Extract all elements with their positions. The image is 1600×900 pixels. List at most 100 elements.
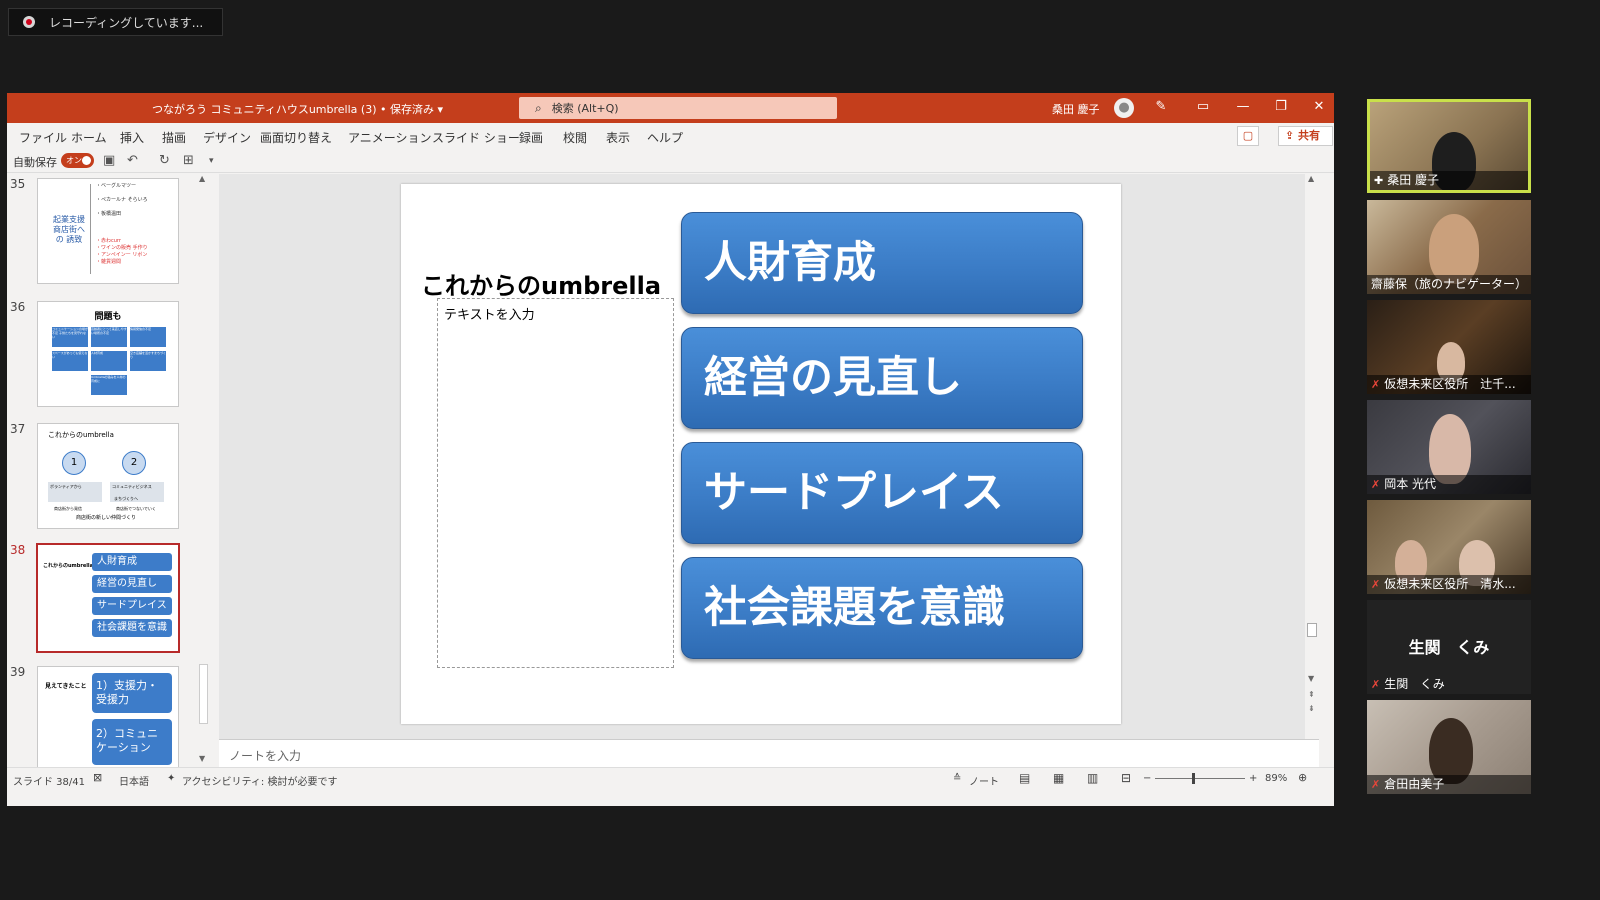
editor-scrollbar[interactable]: ▲ ▼ ⇞ ⇟ xyxy=(1305,174,1319,739)
prev-slide-icon[interactable]: ⇞ xyxy=(1308,690,1315,699)
tab-transitions[interactable]: 画面切り替え xyxy=(260,129,332,146)
participant-tile[interactable]: ✗ 仮想未来区役所 清水... xyxy=(1367,500,1531,594)
autosave-toggle[interactable]: オン xyxy=(61,153,94,168)
participant-tile[interactable]: ✗ 仮想未来区役所 辻千... xyxy=(1367,300,1531,394)
thumb38-button: サードプレイス xyxy=(92,597,172,615)
notes-toggle-label[interactable]: ノート xyxy=(969,773,999,788)
thumb35-line: ・アンペインー リボン xyxy=(96,252,148,258)
participant-tile[interactable]: 生関 くみ ✗ 生関 くみ xyxy=(1367,600,1531,694)
scroll-up-icon[interactable]: ▲ xyxy=(199,174,205,183)
slide-thumbnail-39[interactable]: 見えてきたこと 1）支援力・受援力 2）コミュニケーション xyxy=(37,666,179,767)
scroll-up-icon[interactable]: ▲ xyxy=(1308,174,1314,183)
slide-editor: これからのumbrella テキストを入力 人財育成 経営の見直し サードプレイ… xyxy=(219,174,1319,739)
thumb39-title: 見えてきたこと xyxy=(45,683,87,690)
ribbon-display-icon[interactable]: ▭ xyxy=(1194,99,1212,114)
thumbnail-number: 38 xyxy=(10,543,26,557)
search-placeholder: 検索 (Alt+Q) xyxy=(551,102,619,115)
slide-canvas[interactable]: これからのumbrella テキストを入力 人財育成 経営の見直し サードプレイ… xyxy=(401,184,1121,724)
normal-view-icon[interactable]: ▤ xyxy=(1019,771,1030,785)
fit-to-window-icon[interactable]: ⊕ xyxy=(1298,771,1307,784)
notes-toggle-icon[interactable]: ≙ xyxy=(953,773,961,784)
tab-help[interactable]: ヘルプ xyxy=(647,129,683,146)
slide-thumbnail-38[interactable]: これからのumbrella 人財育成 経営の見直し サードプレイス 社会課題を意… xyxy=(36,543,180,653)
slide-thumbnail-35[interactable]: 起業支援 商店街への 誘致 ・ベーグルマツー ・ペカールナ そらいろ ・板橋温田… xyxy=(37,178,179,284)
tab-slideshow[interactable]: スライド ショー xyxy=(432,129,520,146)
customize-chevron-icon[interactable]: ▾ xyxy=(209,156,214,166)
thumb39-button: 1）支援力・受援力 xyxy=(92,673,172,713)
smartart-item-2[interactable]: 経営の見直し xyxy=(681,327,1083,429)
restore-icon[interactable]: ❐ xyxy=(1272,99,1290,114)
participant-tile[interactable]: ✗ 岡本 光代 xyxy=(1367,400,1531,494)
zoom-in-icon[interactable]: + xyxy=(1249,773,1257,784)
user-avatar-icon[interactable]: ● xyxy=(1114,98,1134,118)
reading-view-icon[interactable]: ▥ xyxy=(1087,771,1098,785)
share-button[interactable]: ⇪ 共有 xyxy=(1278,126,1333,146)
undo-icon[interactable]: ↶ xyxy=(127,153,138,168)
tab-design[interactable]: デザイン xyxy=(203,129,251,146)
participant-tile[interactable]: 齋藤保（旅のナビゲーター） xyxy=(1367,200,1531,294)
close-icon[interactable]: ✕ xyxy=(1310,99,1328,114)
zoom-slider[interactable] xyxy=(1155,773,1245,784)
tab-animations[interactable]: アニメーション xyxy=(348,129,432,146)
tab-record[interactable]: 録画 xyxy=(519,129,543,146)
tab-insert[interactable]: 挿入 xyxy=(120,129,144,146)
participant-name: 生関 くみ xyxy=(1384,677,1445,691)
tab-view[interactable]: 表示 xyxy=(606,129,630,146)
thumb36-cell: 空き店舗を活かすまちづくり xyxy=(130,351,166,371)
thumbnail-number: 36 xyxy=(10,300,26,314)
pen-icon[interactable]: ✎ xyxy=(1152,99,1170,114)
comments-button[interactable]: ▢ xyxy=(1237,126,1259,146)
thumb37-circle: 1 xyxy=(62,451,86,475)
tab-draw[interactable]: 描画 xyxy=(162,129,186,146)
thumb37-title: これからのumbrella xyxy=(48,431,114,439)
title-bar: つながろう コミュニティハウスumbrella (3) • 保存済み ▾ ⌕ 検… xyxy=(7,93,1334,123)
slide-thumbnail-37[interactable]: これからのumbrella 1 2 ボランティアから コミュニティビジネス まち… xyxy=(37,423,179,529)
share-icon: ⇪ xyxy=(1285,129,1299,142)
notes-pane[interactable]: ノートを入力 xyxy=(219,739,1319,767)
thumb36-cell: 人材育成 xyxy=(91,351,127,371)
zoom-level[interactable]: 89% xyxy=(1265,773,1287,784)
scrollbar-thumb[interactable] xyxy=(199,664,208,724)
participant-tile[interactable]: ✚ 桑田 慶子 xyxy=(1367,99,1531,193)
text-placeholder[interactable]: テキストを入力 xyxy=(437,298,674,668)
recording-indicator: レコーディングしています... xyxy=(8,8,223,36)
save-icon[interactable]: ▣ xyxy=(103,153,115,168)
smartart-item-4[interactable]: 社会課題を意識 xyxy=(681,557,1083,659)
smartart-item-1[interactable]: 人財育成 xyxy=(681,212,1083,314)
ribbon-tabs: ファイル ホーム 挿入 描画 デザイン 画面切り替え アニメーション スライド … xyxy=(7,123,1334,149)
tab-file[interactable]: ファイル xyxy=(19,129,67,146)
next-slide-icon[interactable]: ⇟ xyxy=(1308,704,1315,713)
status-bar: スライド 38/41 ⊠ 日本語 ✦ アクセシビリティ: 検討が必要です ≙ ノ… xyxy=(7,767,1334,789)
scroll-down-icon[interactable]: ▼ xyxy=(1308,674,1314,683)
recording-text: レコーディングしています... xyxy=(49,15,204,30)
document-title[interactable]: つながろう コミュニティハウスumbrella (3) • 保存済み ▾ xyxy=(152,101,443,117)
tab-home[interactable]: ホーム xyxy=(71,129,107,146)
thumb35-line: ・ペカールナ そらいろ xyxy=(96,197,148,203)
participant-tile[interactable]: ✗ 倉田由美子 xyxy=(1367,700,1531,794)
thumb35-line: ・ベーグルマツー xyxy=(96,183,137,189)
search-box[interactable]: ⌕ 検索 (Alt+Q) xyxy=(519,97,837,119)
redo-icon[interactable]: ↻ xyxy=(159,153,170,168)
zoom-out-icon[interactable]: − xyxy=(1143,773,1151,784)
accessibility-icon[interactable]: ✦ xyxy=(167,773,175,784)
thumb35-line: ・板橋温田 xyxy=(96,211,122,217)
present-icon[interactable]: ⊞ xyxy=(183,153,194,168)
tab-review[interactable]: 校閲 xyxy=(563,129,587,146)
powerpoint-window: つながろう コミュニティハウスumbrella (3) • 保存済み ▾ ⌕ 検… xyxy=(7,93,1334,806)
minimize-icon[interactable]: — xyxy=(1234,99,1252,114)
user-name[interactable]: 桑田 慶子 xyxy=(1052,101,1100,117)
participant-label: ✚ 桑田 慶子 xyxy=(1370,171,1528,190)
accessibility-status[interactable]: アクセシビリティ: 検討が必要です xyxy=(182,773,337,788)
spellcheck-icon[interactable]: ⊠ xyxy=(93,771,102,784)
participant-label: 齋藤保（旅のナビゲーター） xyxy=(1367,275,1531,294)
slide-title[interactable]: これからのumbrella xyxy=(421,266,661,301)
slideshow-view-icon[interactable]: ⊟ xyxy=(1121,771,1131,785)
thumb35-line: ・ワインの販売 手作り xyxy=(96,245,148,251)
thumbnail-scrollbar[interactable]: ▲ ▼ xyxy=(196,174,210,767)
scrollbar-thumb[interactable] xyxy=(1307,623,1317,637)
slide-thumbnail-36[interactable]: 問題も コミュニケーションの場が不足 子供たちを見守れない 高齢者にとって来店し… xyxy=(37,301,179,407)
smartart-item-3[interactable]: サードプレイス xyxy=(681,442,1083,544)
language-indicator[interactable]: 日本語 xyxy=(119,773,149,788)
slide-sorter-icon[interactable]: ▦ xyxy=(1053,771,1064,785)
scroll-down-icon[interactable]: ▼ xyxy=(199,754,205,763)
